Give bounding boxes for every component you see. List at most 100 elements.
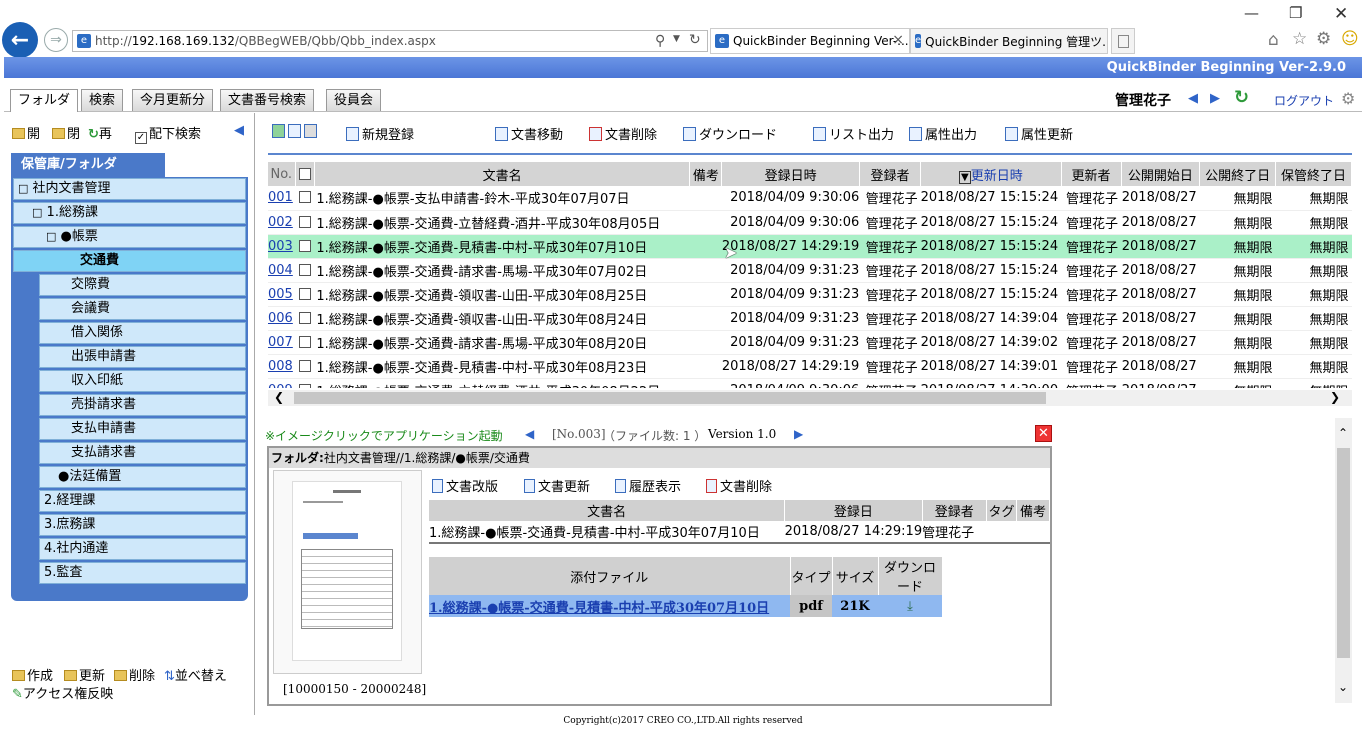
table-row[interactable]: 007 1.総務課-●帳票-交通費-請求書-馬場-平成30年08月20日 2018/… bbox=[268, 330, 1352, 355]
table-row[interactable]: 003 1.総務課-●帳票-交通費-見積書-中村-平成30年07月10日 2018/… bbox=[268, 234, 1352, 259]
row-number[interactable]: 006 bbox=[268, 306, 296, 331]
tree-node-chohyo[interactable]: □ ●帳票 bbox=[13, 226, 246, 248]
col-pub-start[interactable]: 公開開始日 bbox=[1121, 162, 1201, 186]
close-detail-icon[interactable]: ✕ bbox=[1035, 425, 1052, 442]
tab-search[interactable]: 検索 bbox=[81, 89, 124, 111]
next-arrow-icon[interactable]: ▶ bbox=[1210, 91, 1220, 106]
history-button[interactable]: 履歴表示 bbox=[615, 476, 681, 495]
prev-doc-icon[interactable]: ◀ bbox=[525, 427, 534, 441]
attr-update-button[interactable]: 属性更新 bbox=[1005, 124, 1073, 143]
close-window-icon[interactable]: ✕ bbox=[1334, 4, 1348, 24]
update-doc-button[interactable]: 文書更新 bbox=[524, 476, 590, 495]
scroll-up-icon[interactable]: ⌃ bbox=[1338, 426, 1348, 440]
row-number[interactable]: 005 bbox=[268, 282, 296, 307]
row-checkbox[interactable] bbox=[298, 239, 311, 252]
tree-node[interactable]: 支払請求書 bbox=[39, 442, 246, 464]
col-remarks[interactable]: 備考 bbox=[689, 162, 723, 186]
tree-node[interactable]: ●法廷備置 bbox=[39, 466, 246, 488]
select-all-checkbox[interactable] bbox=[298, 167, 311, 180]
col-updater[interactable]: 更新者 bbox=[1061, 162, 1122, 186]
row-number[interactable]: 007 bbox=[268, 330, 296, 355]
tree-node[interactable]: 支払申請書 bbox=[39, 418, 246, 440]
row-checkbox[interactable] bbox=[298, 335, 311, 348]
tree-node[interactable]: 会議費 bbox=[39, 298, 246, 320]
row-checkbox[interactable] bbox=[298, 383, 311, 388]
tree-node[interactable]: 交際費 bbox=[39, 274, 246, 296]
row-checkbox[interactable] bbox=[298, 263, 311, 276]
col-updated[interactable]: ▼ 更新日時 bbox=[920, 162, 1062, 186]
browser-tab[interactable]: e QuickBinder Beginning 管理ツ... bbox=[910, 28, 1108, 54]
back-button[interactable]: ← bbox=[2, 22, 38, 58]
tree-node[interactable]: 借入関係 bbox=[39, 322, 246, 344]
tab-doc-number-search[interactable]: 文書番号検索 bbox=[220, 89, 315, 111]
col-pub-end[interactable]: 公開終了日 bbox=[1199, 162, 1277, 186]
next-doc-icon[interactable]: ▶ bbox=[794, 427, 803, 441]
table-row[interactable]: 005 1.総務課-●帳票-交通費-領収書-山田-平成30年08月25日 2018/… bbox=[268, 282, 1352, 307]
open-all-button[interactable]: 開 bbox=[12, 123, 40, 142]
revise-doc-button[interactable]: 文書改版 bbox=[432, 476, 498, 495]
dropdown-icon[interactable]: ▼ bbox=[673, 34, 680, 44]
scroll-down-icon[interactable]: ⌄ bbox=[1338, 680, 1348, 694]
row-number[interactable]: 003 bbox=[268, 234, 296, 259]
document-thumbnail[interactable] bbox=[273, 470, 422, 674]
row-checkbox[interactable] bbox=[298, 311, 311, 324]
table-row[interactable]: 009 1.総務課-●帳票-交通費-立替経費-酒井-平成30年08月22日 2018… bbox=[268, 378, 1352, 388]
tab-board[interactable]: 役員会 bbox=[326, 89, 382, 111]
close-all-button[interactable]: 閉 bbox=[52, 123, 80, 142]
col-registered[interactable]: 登録日時 bbox=[721, 162, 860, 186]
scroll-left-icon[interactable]: ❮ bbox=[274, 390, 284, 404]
forward-button[interactable]: ⇒ bbox=[44, 28, 68, 52]
delete-doc-button[interactable]: 文書削除 bbox=[589, 124, 657, 143]
table-row[interactable]: 001 1.総務課-●帳票-支払申請書-鈴木-平成30年07月07日 2018/04… bbox=[268, 186, 1352, 211]
attr-output-button[interactable]: 属性出力 bbox=[909, 124, 977, 143]
row-number[interactable]: 009 bbox=[268, 378, 296, 388]
home-icon[interactable]: ⌂ bbox=[1268, 30, 1279, 50]
table-row[interactable]: 008 1.総務課-●帳票-交通費-見積書-中村-平成30年08月23日 2018/… bbox=[268, 354, 1352, 379]
col-registrant[interactable]: 登録者 bbox=[859, 162, 922, 186]
tree-node[interactable]: 出張申請書 bbox=[39, 346, 246, 368]
browser-tab-active[interactable]: e QuickBinder Beginning Ver-... × bbox=[710, 28, 910, 54]
tree-node-root[interactable]: □ 社内文書管理 bbox=[13, 178, 246, 200]
download-button[interactable]: ダウンロード bbox=[683, 124, 777, 143]
tab-folder[interactable]: フォルダ bbox=[10, 89, 79, 112]
scroll-thumb[interactable] bbox=[1337, 448, 1350, 658]
settings-icon[interactable]: ⚙ bbox=[1316, 29, 1331, 49]
list-output-button[interactable]: リスト出力 bbox=[813, 124, 894, 143]
tree-node[interactable]: 5.監査 bbox=[39, 562, 246, 584]
tree-node[interactable]: 収入印紙 bbox=[39, 370, 246, 392]
delete-folder-button[interactable]: 削除 bbox=[114, 665, 155, 684]
collapse-panel-icon[interactable]: ◀ bbox=[234, 123, 244, 138]
table-row[interactable]: 006 1.総務課-●帳票-交通費-領収書-山田-平成30年08月24日 2018/… bbox=[268, 306, 1352, 331]
minimize-icon[interactable]: — bbox=[1244, 4, 1259, 22]
row-checkbox[interactable] bbox=[298, 191, 311, 204]
update-folder-button[interactable]: 更新 bbox=[64, 665, 105, 684]
tree-node[interactable]: 2.経理課 bbox=[39, 490, 246, 512]
new-doc-button[interactable]: 新規登録 bbox=[346, 124, 414, 143]
new-tab-button[interactable] bbox=[1111, 28, 1135, 54]
logout-link[interactable]: ログアウト bbox=[1274, 92, 1334, 109]
tree-node[interactable]: 4.社内通達 bbox=[39, 538, 246, 560]
gear-icon[interactable]: ⚙ bbox=[1341, 89, 1355, 108]
table-row[interactable]: 002 1.総務課-●帳票-交通費-立替経費-酒井-平成30年08月05日 2018… bbox=[268, 210, 1352, 235]
sub-search-checkbox[interactable]: ✓ 配下検索 bbox=[135, 123, 201, 144]
row-number[interactable]: 001 bbox=[268, 186, 296, 211]
download-icon[interactable]: ⤓ bbox=[907, 599, 913, 614]
scroll-right-icon[interactable]: ❯ bbox=[1330, 390, 1340, 404]
table-row[interactable]: 004 1.総務課-●帳票-交通費-請求書-馬場-平成30年07月02日 2018/… bbox=[268, 258, 1352, 283]
row-checkbox[interactable] bbox=[298, 215, 311, 228]
tree-node-soumu[interactable]: □ 1.総務課 bbox=[13, 202, 246, 224]
scroll-thumb[interactable] bbox=[294, 392, 1046, 404]
horizontal-scrollbar[interactable]: ❮ ❯ bbox=[268, 390, 1352, 406]
view-icons[interactable] bbox=[272, 124, 320, 140]
refresh-icon[interactable]: ↻ bbox=[689, 32, 701, 48]
prev-arrow-icon[interactable]: ◀ bbox=[1188, 91, 1198, 106]
col-keep-end[interactable]: 保管終了日 bbox=[1275, 162, 1352, 186]
smiley-icon[interactable]: ☺ bbox=[1341, 29, 1359, 49]
address-bar[interactable]: e http://192.168.169.132/QBBegWEB/Qbb/Qb… bbox=[72, 30, 708, 52]
move-doc-button[interactable]: 文書移動 bbox=[495, 124, 563, 143]
row-number[interactable]: 004 bbox=[268, 258, 296, 283]
row-checkbox[interactable] bbox=[298, 359, 311, 372]
tab-monthly-updates[interactable]: 今月更新分 bbox=[132, 89, 214, 111]
col-name[interactable]: 文書名 bbox=[314, 162, 691, 186]
attachment-download[interactable]: ⤓ bbox=[878, 595, 942, 617]
